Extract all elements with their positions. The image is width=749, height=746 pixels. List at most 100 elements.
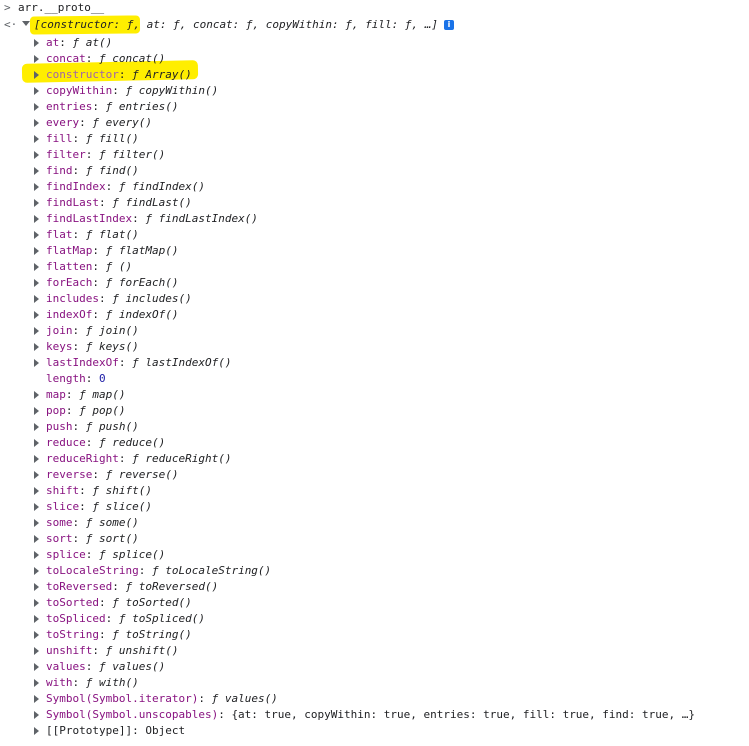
expand-triangle-icon[interactable] (34, 343, 39, 351)
property-text: every: ƒ every() (46, 116, 152, 129)
property-key: findLastIndex (46, 212, 133, 225)
property-key: some (46, 516, 73, 529)
property-text: flatMap: ƒ flatMap() (46, 244, 179, 257)
console-command[interactable]: arr.__proto__ (18, 0, 104, 16)
property-text: concat: ƒ concat() (46, 52, 166, 65)
expand-triangle-icon[interactable] (34, 567, 39, 575)
expand-triangle-icon[interactable] (34, 263, 39, 271)
property-key: sort (46, 532, 73, 545)
expand-triangle-icon[interactable] (34, 631, 39, 639)
expand-triangle-icon[interactable] (34, 183, 39, 191)
property-text: toReversed: ƒ toReversed() (46, 580, 219, 593)
expand-triangle-icon[interactable] (34, 695, 39, 703)
expand-triangle-icon[interactable] (34, 455, 39, 463)
property-text: keys: ƒ keys() (46, 340, 139, 353)
expand-triangle-icon[interactable] (34, 727, 39, 735)
property-key: unshift (46, 644, 93, 657)
expand-triangle-icon[interactable] (34, 231, 39, 239)
expand-triangle-icon[interactable] (34, 711, 39, 719)
property-value: slice() (105, 500, 152, 513)
property-key: keys (46, 340, 73, 353)
property-value: every() (105, 116, 152, 129)
expand-triangle-icon[interactable] (34, 503, 39, 511)
expand-triangle-icon[interactable] (34, 103, 39, 111)
property-key: includes (46, 292, 99, 305)
property-text: [[Prototype]]: Object (46, 724, 186, 737)
expand-triangle-icon[interactable] (34, 311, 39, 319)
property-key: flatten (46, 260, 93, 273)
property-text: splice: ƒ splice() (46, 548, 166, 561)
expand-triangle-icon[interactable] (34, 135, 39, 143)
property-key: [[Prototype]] (46, 724, 133, 737)
property-text: slice: ƒ slice() (46, 500, 152, 513)
expand-triangle-icon[interactable] (34, 359, 39, 367)
expand-triangle-icon[interactable] (34, 199, 39, 207)
property-value: reverse() (118, 468, 179, 481)
expand-triangle-icon[interactable] (34, 615, 39, 623)
expand-triangle-icon[interactable] (34, 295, 39, 303)
object-summary[interactable]: [constructor: ƒ, at: ƒ, concat: ƒ, copyW… (34, 17, 454, 33)
expand-triangle-icon[interactable] (34, 599, 39, 607)
collapse-triangle-icon[interactable] (22, 21, 30, 26)
expand-triangle-icon[interactable] (34, 119, 39, 127)
expand-triangle-icon[interactable] (34, 87, 39, 95)
property-value: unshift() (118, 644, 179, 657)
expand-triangle-icon[interactable] (34, 55, 39, 63)
property-value: 0 (99, 372, 106, 385)
property-value: some() (99, 516, 139, 529)
expand-triangle-icon[interactable] (34, 535, 39, 543)
property-key: copyWithin (46, 84, 113, 97)
expand-triangle-icon[interactable] (34, 471, 39, 479)
expand-triangle-icon[interactable] (34, 151, 39, 159)
expand-triangle-icon[interactable] (34, 663, 39, 671)
property-text: toString: ƒ toString() (46, 628, 192, 641)
expand-triangle-icon[interactable] (34, 247, 39, 255)
expand-triangle-icon[interactable] (34, 407, 39, 415)
property-value: reduce() (112, 436, 166, 449)
expand-triangle-icon[interactable] (34, 583, 39, 591)
property-value: values() (112, 660, 166, 673)
expand-triangle-icon[interactable] (34, 71, 39, 79)
property-value: fill() (99, 132, 139, 145)
expand-triangle-icon[interactable] (34, 551, 39, 559)
property-text: findLast: ƒ findLast() (46, 196, 192, 209)
expand-triangle-icon[interactable] (34, 215, 39, 223)
expand-triangle-icon[interactable] (34, 647, 39, 655)
property-key: toSorted (46, 596, 99, 609)
property-value: forEach() (118, 276, 179, 289)
summary-text-a: constructor: ƒ, (40, 18, 140, 31)
property-key: Symbol(Symbol.iterator) (46, 692, 199, 705)
property-value: toSorted() (125, 596, 192, 609)
property-text: toLocaleString: ƒ toLocaleString() (46, 564, 272, 577)
property-key: filter (46, 148, 86, 161)
expand-triangle-icon[interactable] (34, 519, 39, 527)
expand-triangle-icon[interactable] (34, 39, 39, 47)
property-text: reduceRight: ƒ reduceRight() (46, 452, 232, 465)
expand-triangle-icon[interactable] (34, 423, 39, 431)
expand-triangle-icon[interactable] (34, 327, 39, 335)
property-text: find: ƒ find() (46, 164, 139, 177)
property-key: concat (46, 52, 86, 65)
summary-text-b: at: ƒ, concat: ƒ, copyWithin: ƒ, fill: ƒ… (139, 18, 438, 31)
info-icon[interactable]: i (443, 20, 454, 30)
property-text: filter: ƒ filter() (46, 148, 166, 161)
expand-triangle-icon[interactable] (34, 391, 39, 399)
property-text: reverse: ƒ reverse() (46, 468, 179, 481)
expand-triangle-icon[interactable] (34, 279, 39, 287)
expand-triangle-icon[interactable] (34, 487, 39, 495)
result-arrow-icon: <· (4, 18, 18, 31)
property-value: reduceRight() (145, 452, 232, 465)
property-text: length: 0 (46, 372, 106, 385)
property-key: flat (46, 228, 73, 241)
function-symbol: ƒ (132, 452, 139, 465)
property-value: findLastIndex() (158, 212, 258, 225)
property-value: findLast() (125, 196, 192, 209)
expand-triangle-icon[interactable] (34, 167, 39, 175)
property-value: Object (145, 724, 186, 737)
function-symbol: ƒ (92, 116, 99, 129)
property-key: fill (46, 132, 73, 145)
expand-triangle-icon[interactable] (34, 439, 39, 447)
property-key: Symbol(Symbol.unscopables) (46, 708, 219, 721)
expand-triangle-icon[interactable] (34, 679, 39, 687)
property-text: flatten: ƒ () (46, 260, 133, 273)
